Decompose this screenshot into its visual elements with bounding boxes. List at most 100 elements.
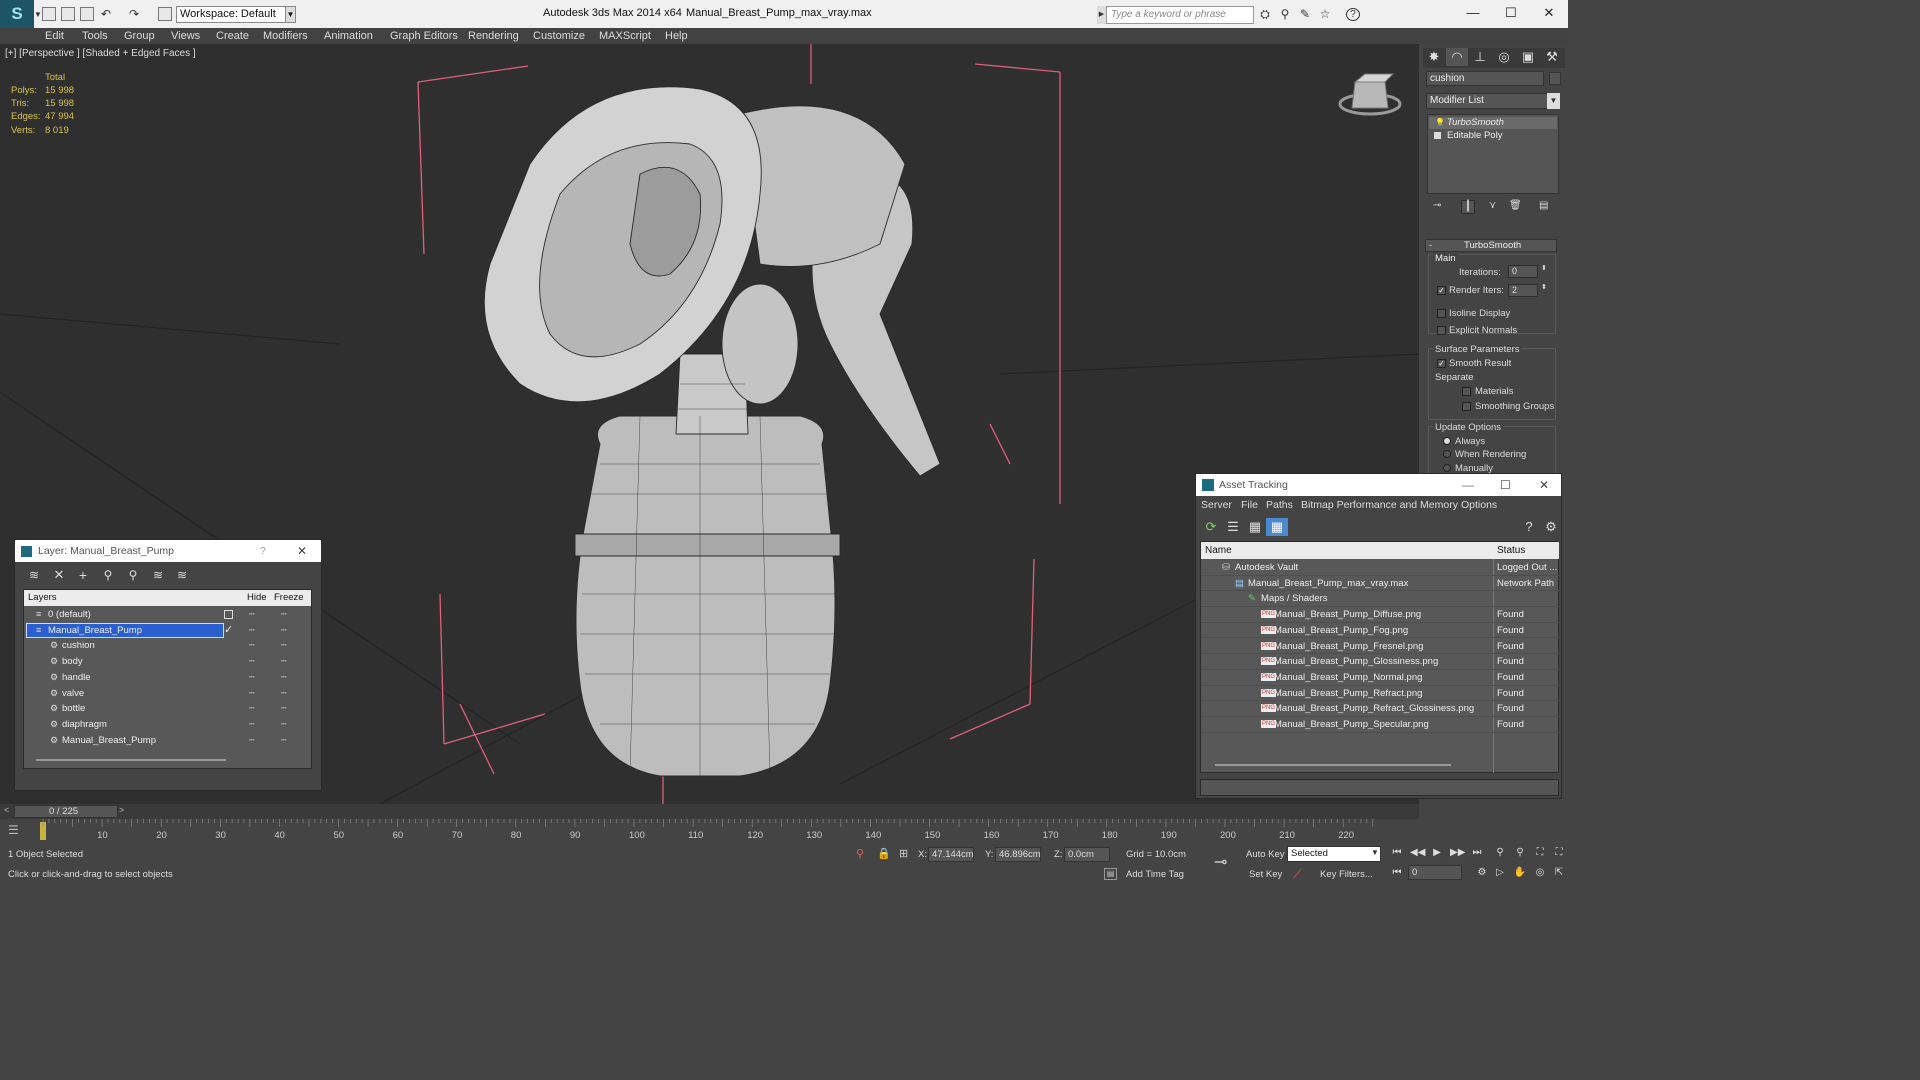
create-tab-icon[interactable]: ✸	[1423, 48, 1445, 66]
next-frame-icon[interactable]: >	[119, 805, 124, 815]
layer-row[interactable]: ⚙ body ┅ ┅	[24, 654, 311, 670]
hide-toggle[interactable]: ┅	[249, 638, 255, 653]
minimize-icon[interactable]: —	[1462, 474, 1474, 496]
open-file-icon[interactable]	[61, 7, 75, 21]
maximize-icon[interactable]: ☐	[1496, 4, 1526, 22]
menu-group[interactable]: Group	[124, 28, 155, 44]
hide-toggle[interactable]: ┅	[249, 701, 255, 716]
layer-manager-titlebar[interactable]: Layer: Manual_Breast_Pump ? ✕	[15, 540, 321, 562]
asset-menu-paths[interactable]: Paths	[1266, 498, 1293, 513]
key-filter-icon[interactable]: ⟋	[1293, 866, 1302, 882]
layer-row[interactable]: ⚙ cushion ┅ ┅	[24, 638, 311, 654]
layer-row[interactable]: ⚙ Manual_Breast_Pump ┅ ┅	[24, 733, 311, 749]
y-coordinate-field[interactable]: 46.896cm	[995, 847, 1041, 862]
materials-checkbox[interactable]	[1462, 387, 1471, 396]
asset-row[interactable]: ▤ Manual_Breast_Pump_max_vray.max Network …	[1201, 576, 1559, 592]
go-to-start-icon[interactable]: ⏮	[1390, 846, 1404, 860]
close-icon[interactable]: ✕	[1539, 474, 1549, 496]
freeze-all-layers-icon[interactable]: ≋	[173, 566, 191, 582]
asset-row[interactable]: PNG Manual_Breast_Pump_Fresnel.png Found	[1201, 639, 1559, 655]
column-name[interactable]: Name	[1205, 542, 1232, 559]
next-frame-icon[interactable]: ▶▶	[1450, 846, 1465, 860]
when-rendering-radio[interactable]	[1443, 450, 1451, 458]
freeze-toggle[interactable]: ┅	[281, 654, 287, 669]
layer-row[interactable]: ⚙ bottle ┅ ┅	[24, 701, 311, 717]
maximize-viewport-icon[interactable]: ⇱	[1552, 866, 1566, 880]
active-layer-check-icon[interactable]: ✓	[224, 623, 233, 638]
selection-lock-icon[interactable]: 🔒	[877, 847, 891, 860]
menu-customize[interactable]: Customize	[533, 28, 585, 44]
hierarchy-tab-icon[interactable]: ⊥	[1469, 48, 1491, 66]
app-menu-logo-icon[interactable]: S	[0, 0, 34, 28]
menu-create[interactable]: Create	[216, 28, 249, 44]
horizontal-scrollbar[interactable]	[36, 759, 226, 761]
search-expand-icon[interactable]: ▶	[1097, 6, 1106, 24]
freeze-toggle[interactable]: ┅	[281, 733, 287, 748]
asset-tracking-titlebar[interactable]: Asset Tracking — ☐ ✕	[1196, 474, 1561, 496]
asset-row[interactable]: PNG Manual_Breast_Pump_Glossiness.png Foun…	[1201, 654, 1559, 670]
minimize-icon[interactable]: —	[1458, 4, 1488, 22]
column-hide[interactable]: Hide	[247, 590, 267, 606]
thumbnail-view-icon[interactable]: ▦	[1244, 518, 1266, 536]
pan-view-icon[interactable]: ✋	[1513, 866, 1527, 880]
set-key-mode-icon[interactable]: ⊸	[1214, 852, 1227, 872]
app-menu-arrow-icon[interactable]: ▼	[34, 10, 42, 19]
zoom-icon[interactable]: ⚲	[1493, 846, 1507, 860]
column-layers[interactable]: Layers	[28, 590, 57, 606]
go-to-end-icon[interactable]: ⏭	[1470, 846, 1484, 860]
new-file-icon[interactable]	[42, 7, 56, 21]
search-input[interactable]: Type a keyword or phrase	[1106, 6, 1254, 24]
freeze-toggle[interactable]: ┅	[281, 686, 287, 701]
make-unique-icon[interactable]: ⋎	[1489, 200, 1496, 211]
previous-frame-icon[interactable]: ◀◀	[1410, 846, 1425, 860]
layer-row[interactable]: ≡ Manual_Breast_Pump ┅ ┅ ✓	[24, 622, 311, 639]
asset-row[interactable]: PNG Manual_Breast_Pump_Fog.png Found	[1201, 623, 1559, 639]
freeze-toggle[interactable]: ┅	[281, 607, 287, 622]
subscription-icon[interactable]: ⚲	[1278, 8, 1292, 21]
hide-toggle[interactable]: ┅	[249, 654, 255, 669]
favorites-star-icon[interactable]: ☆	[1318, 8, 1332, 21]
column-status[interactable]: Status	[1497, 542, 1525, 559]
layer-row[interactable]: ⚙ valve ┅ ┅	[24, 686, 311, 702]
prev-frame-icon[interactable]: <	[4, 805, 9, 815]
manually-radio[interactable]	[1443, 464, 1451, 472]
list-view-icon[interactable]: ☰	[1222, 518, 1244, 536]
menu-help[interactable]: Help	[665, 28, 688, 44]
add-time-tag[interactable]: Add Time Tag	[1126, 869, 1184, 880]
object-name-field[interactable]: cushion	[1426, 71, 1544, 86]
explicit-normals-checkbox[interactable]	[1437, 326, 1446, 335]
add-to-layer-icon[interactable]: +	[74, 566, 92, 583]
asset-row[interactable]: PNG Manual_Breast_Pump_Specular.png Found	[1201, 717, 1559, 733]
hide-toggle[interactable]: ┅	[249, 717, 255, 732]
key-mode-icon[interactable]: ⏮	[1390, 866, 1404, 880]
auto-key-button[interactable]: Auto Key	[1246, 849, 1285, 860]
freeze-toggle[interactable]: ┅	[281, 670, 287, 685]
spinner-arrows-icon[interactable]: ⬍	[1541, 264, 1547, 272]
workspace-dropdown[interactable]: Workspace: Default	[176, 6, 286, 23]
render-iters-spinner[interactable]: 2	[1508, 284, 1538, 297]
hide-toggle[interactable]: ┅	[249, 607, 255, 622]
time-slider-thumb[interactable]: 0 / 225	[14, 805, 118, 818]
modifier-list-arrow-icon[interactable]: ▼	[1547, 93, 1560, 109]
pin-stack-icon[interactable]: ⊸	[1433, 200, 1441, 211]
close-icon[interactable]: ✕	[1534, 4, 1564, 22]
select-objects-icon[interactable]: ⚲	[99, 566, 117, 582]
menu-tools[interactable]: Tools	[82, 28, 108, 44]
menu-edit[interactable]: Edit	[45, 28, 64, 44]
asset-row[interactable]: ✎ Maps / Shaders	[1201, 591, 1559, 608]
freeze-toggle[interactable]: ┅	[281, 623, 287, 638]
asset-row[interactable]: PNG Manual_Breast_Pump_Normal.png Found	[1201, 670, 1559, 686]
layer-row[interactable]: ⚙ handle ┅ ┅	[24, 670, 311, 686]
layer-row[interactable]: ⚙ diaphragm ┅ ┅	[24, 717, 311, 733]
viewport-label[interactable]: [+] [Perspective ] [Shaded + Edged Faces…	[5, 48, 196, 59]
bulb-icon[interactable]: 💡	[1435, 118, 1445, 127]
zoom-all-icon[interactable]: ⚲	[1513, 846, 1527, 860]
turbosmooth-rollout-header[interactable]: - TurboSmooth	[1425, 239, 1557, 252]
field-of-view-icon[interactable]: ▷	[1493, 866, 1507, 880]
highlight-layer-icon[interactable]: ⚲	[124, 566, 142, 582]
configure-sets-icon[interactable]: ▤	[1539, 200, 1548, 211]
asset-row[interactable]: PNG Manual_Breast_Pump_Diffuse.png Found	[1201, 607, 1559, 623]
freeze-toggle[interactable]: ┅	[281, 701, 287, 716]
help-button[interactable]: ?	[260, 540, 266, 562]
stack-item-editable-poly[interactable]: Editable Poly	[1429, 130, 1557, 142]
